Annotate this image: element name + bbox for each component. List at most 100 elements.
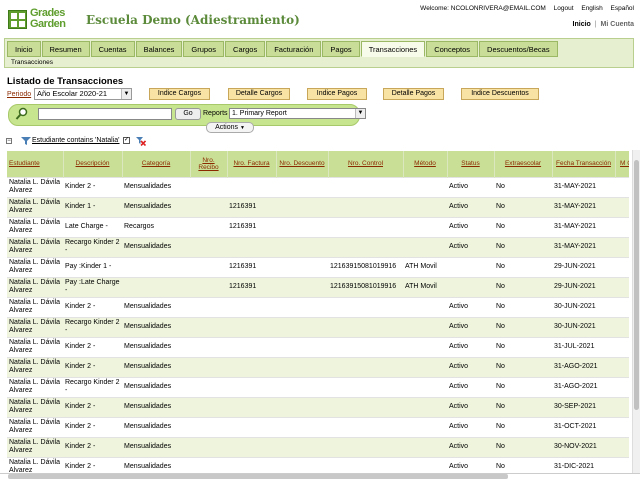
tab-grupos[interactable]: Grupos bbox=[183, 41, 225, 57]
cell-categoria: Mensualidades bbox=[122, 336, 190, 357]
col-categoria[interactable]: Categoría bbox=[122, 151, 191, 177]
tab-pagos[interactable]: Pagos bbox=[322, 41, 360, 57]
tab-conceptos[interactable]: Conceptos bbox=[426, 41, 479, 57]
detalle-cargos-button[interactable]: Detalle Cargos bbox=[228, 88, 290, 100]
table-row[interactable]: Natalia L. Dávila Alvarez Kinder 2 - Mensu… bbox=[7, 416, 629, 437]
vertical-scrollbar[interactable] bbox=[632, 150, 640, 480]
col-status[interactable]: Status bbox=[447, 151, 495, 177]
table-row[interactable]: Natalia L. Dávila Alvarez Recargo Kinder … bbox=[7, 316, 629, 337]
actions-button[interactable]: Actions ▼ bbox=[206, 122, 254, 133]
go-button[interactable]: Go bbox=[175, 108, 201, 120]
col-metodo[interactable]: Método bbox=[403, 151, 448, 177]
col-nro-control[interactable]: Nro. Control bbox=[328, 151, 404, 177]
cell-estudiante: Natalia L. Dávila Alvarez bbox=[7, 256, 63, 277]
cell-fecha: 29-JUN-2021 bbox=[552, 256, 615, 277]
tab-resumen[interactable]: Resumen bbox=[41, 41, 90, 57]
cell-nro-factura bbox=[227, 236, 276, 257]
home-link[interactable]: Inicio bbox=[573, 21, 591, 28]
tab-inicio[interactable]: Inicio bbox=[7, 41, 41, 57]
logout-link[interactable]: Logout bbox=[554, 5, 574, 12]
col-fecha-transaccion[interactable]: Fecha Transacción bbox=[552, 151, 616, 177]
col-nro-factura[interactable]: Nro. Factura bbox=[227, 151, 277, 177]
horizontal-scrollbar[interactable] bbox=[8, 474, 628, 479]
col-extraescolar[interactable]: Extraescolar bbox=[494, 151, 553, 177]
remove-filter-icon[interactable] bbox=[136, 136, 147, 147]
tab-transacciones[interactable]: Transacciones bbox=[360, 41, 426, 57]
tab-descuentos-becas[interactable]: Descuentos/Becas bbox=[479, 41, 558, 57]
cell-nro-recibo bbox=[190, 396, 227, 417]
cell-metodo bbox=[403, 416, 447, 437]
cell-status: Activo bbox=[447, 356, 494, 377]
search-icon[interactable] bbox=[15, 107, 29, 121]
cell-estudiante: Natalia L. Dávila Alvarez bbox=[7, 436, 63, 457]
cell-status: Activo bbox=[447, 376, 494, 397]
table-row[interactable]: Natalia L. Dávila Alvarez Kinder 2 - Mensu… bbox=[7, 436, 629, 457]
cell-nro-descuento bbox=[276, 376, 328, 397]
reports-select[interactable]: 1. Primary Report ▼ bbox=[229, 108, 366, 119]
cell-nro-control bbox=[328, 296, 403, 317]
search-input[interactable] bbox=[38, 108, 172, 120]
table-row[interactable]: Natalia L. Dávila Alvarez Kinder 1 - Mensu… bbox=[7, 196, 629, 217]
cell-m-c bbox=[615, 376, 629, 397]
cell-descripcion: Kinder 2 - bbox=[63, 336, 122, 357]
period-select[interactable]: Año Escolar 2020-21 ▼ bbox=[34, 88, 132, 100]
cell-status: Activo bbox=[447, 336, 494, 357]
logo-mark-icon bbox=[8, 10, 27, 29]
cell-status: Activo bbox=[447, 316, 494, 337]
tab-facturacion[interactable]: Facturación bbox=[266, 41, 322, 57]
cell-nro-recibo bbox=[190, 376, 227, 397]
col-descripcion[interactable]: Descripción bbox=[63, 151, 123, 177]
cell-m-c bbox=[615, 336, 629, 357]
table-row[interactable]: Natalia L. Dávila Alvarez Pay :Late Charg… bbox=[7, 276, 629, 297]
chevron-down-icon: ▼ bbox=[355, 109, 365, 118]
filter-row: − Estudiante contains 'Natalia' ✓ bbox=[6, 136, 206, 148]
hscroll-thumb[interactable] bbox=[8, 474, 508, 479]
cell-metodo: ATH Movil bbox=[403, 276, 447, 297]
subtab-transacciones[interactable]: Transacciones bbox=[11, 58, 53, 67]
col-nro-descuento[interactable]: Nro. Descuento bbox=[276, 151, 329, 177]
table-row[interactable]: Natalia L. Dávila Alvarez Kinder 2 - Mensu… bbox=[7, 396, 629, 417]
table-row[interactable]: Natalia L. Dávila Alvarez Recargo Kinder … bbox=[7, 236, 629, 257]
cell-status bbox=[447, 256, 494, 277]
period-label[interactable]: Periodo bbox=[7, 91, 31, 98]
col-m-c[interactable]: M C bbox=[615, 151, 629, 177]
tab-cargos[interactable]: Cargos bbox=[225, 41, 266, 57]
indice-cargos-button[interactable]: Indice Cargos bbox=[149, 88, 210, 100]
transactions-table: Estudiante Descripción Categoría Nro. Re… bbox=[7, 151, 629, 477]
cell-nro-control bbox=[328, 236, 403, 257]
cell-estudiante: Natalia L. Dávila Alvarez bbox=[7, 236, 63, 257]
cell-nro-descuento bbox=[276, 336, 328, 357]
cell-metodo: ATH Movil bbox=[403, 256, 447, 277]
filter-link[interactable]: Estudiante contains 'Natalia' bbox=[32, 137, 120, 144]
table-row[interactable]: Natalia L. Dávila Alvarez Kinder 2 - Mensu… bbox=[7, 336, 629, 357]
table-row[interactable]: Natalia L. Dávila Alvarez Kinder 2 - Mensu… bbox=[7, 356, 629, 377]
cell-m-c bbox=[615, 396, 629, 417]
col-nro-recibo[interactable]: Nro. Recibo bbox=[190, 151, 228, 177]
col-estudiante[interactable]: Estudiante bbox=[7, 151, 64, 177]
indice-pagos-button[interactable]: Indice Pagos bbox=[307, 88, 367, 100]
cell-m-c bbox=[615, 416, 629, 437]
cell-fecha: 31-MAY-2021 bbox=[552, 236, 615, 257]
collapse-icon[interactable]: − bbox=[6, 138, 12, 144]
filter-enabled-checkbox[interactable]: ✓ bbox=[123, 137, 130, 144]
tab-cuentas[interactable]: Cuentas bbox=[90, 41, 135, 57]
scroll-thumb[interactable] bbox=[634, 160, 639, 410]
table-row[interactable]: Natalia L. Dávila Alvarez Late Charge - Re… bbox=[7, 216, 629, 237]
grades-garden-logo[interactable]: Grades Garden bbox=[8, 8, 74, 32]
cell-m-c bbox=[615, 196, 629, 217]
cell-m-c bbox=[615, 296, 629, 317]
cell-nro-control bbox=[328, 356, 403, 377]
cell-extraescolar: No bbox=[494, 416, 552, 437]
tab-balances[interactable]: Balances bbox=[135, 41, 183, 57]
cell-nro-recibo bbox=[190, 216, 227, 237]
table-row[interactable]: Natalia L. Dávila Alvarez Recargo Kinder … bbox=[7, 376, 629, 397]
detalle-pagos-button[interactable]: Detalle Pagos bbox=[383, 88, 444, 100]
table-row[interactable]: Natalia L. Dávila Alvarez Kinder 2 - Mensu… bbox=[7, 296, 629, 317]
indice-descuentos-button[interactable]: Indice Descuentos bbox=[461, 88, 539, 100]
table-row[interactable]: Natalia L. Dávila Alvarez Kinder 2 - Mensu… bbox=[7, 176, 629, 197]
cell-nro-recibo bbox=[190, 316, 227, 337]
english-link[interactable]: English bbox=[581, 5, 602, 12]
my-account-link[interactable]: Mi Cuenta bbox=[601, 21, 634, 28]
espanol-link[interactable]: Español bbox=[611, 5, 635, 12]
table-row[interactable]: Natalia L. Dávila Alvarez Pay :Kinder 1 -… bbox=[7, 256, 629, 277]
